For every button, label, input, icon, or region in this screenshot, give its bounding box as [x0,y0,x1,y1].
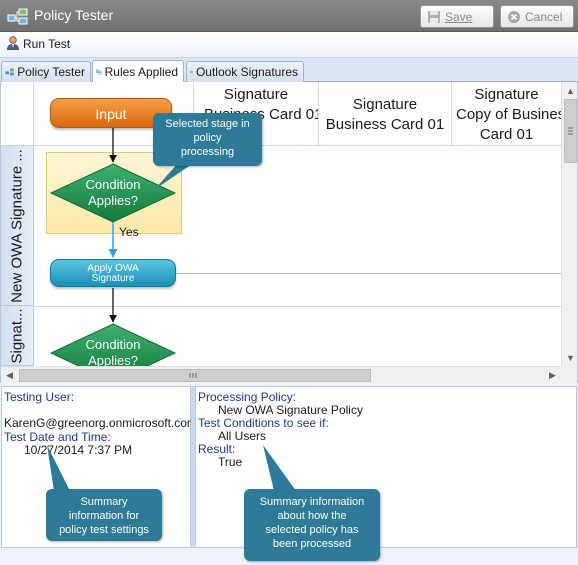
rules-grid: Signature Business Card 01 ) Signature B… [0,82,578,383]
title-bar: Policy Tester Save Cancel [0,0,578,32]
summary-settings-callout: Summary information for policy test sett… [46,489,162,541]
tab-bar: Policy Tester Rules Applied Outlook Sign… [0,58,578,82]
scroll-right-icon[interactable]: ▶ [544,367,561,383]
toolbar: Run Test [0,32,578,58]
save-icon [428,10,440,23]
user-icon [7,36,19,50]
tab-label: Policy Tester [17,65,85,79]
condition-label-line: Condition [85,337,141,352]
callout-line: about how the [277,510,347,522]
condition-stage-1[interactable]: Condition Applies? [63,177,163,209]
summary-area: Testing User: KarenG@greenorg.onmicrosof… [0,383,578,565]
callout-line: been processed [272,538,352,550]
tab-rules-applied[interactable]: Rules Applied [92,60,184,82]
condition-label-line: Applies? [88,193,138,208]
horizontal-scroll-thumb[interactable] [19,369,371,382]
stage-row-line [176,273,562,274]
grip-icon [189,373,197,378]
tab-policy-tester[interactable]: Policy Tester [1,61,91,82]
condition-label-line: Condition [85,177,141,192]
testing-user-value: KarenG@greenorg.onmicrosoft.com [4,416,197,430]
callout-line: policy test settings [59,524,149,536]
outlook-signatures-icon [190,71,193,74]
callout-line: Summary information [259,496,365,508]
apply-owa-signature-stage[interactable]: Apply OWA Signature [50,259,176,287]
summary-policy-callout: Summary information about how the select… [244,489,380,561]
policy-tester-icon [5,68,14,76]
callout-line: Summary [80,496,128,508]
selected-stage-callout: Selected stage in policy processing [153,113,262,166]
callout-line: Selected stage in [165,118,250,130]
rules-applied-icon [96,69,102,74]
scroll-down-icon[interactable]: ▼ [562,349,577,366]
run-test-button[interactable]: Run Test [6,36,70,51]
grip-icon [568,127,573,135]
scroll-corner [561,366,577,383]
testing-user-label: Testing User: [4,390,75,404]
result-value: True [218,455,243,469]
vertical-scrollbar[interactable]: ▲ ▼ [561,82,577,366]
callout-line: information for [68,510,140,522]
callout-line: processing [180,146,235,158]
yes-label: Yes [119,225,139,239]
cancel-label: Cancel [525,9,563,24]
tab-outlook-signatures[interactable]: Outlook Signatures [186,61,304,82]
scroll-left-icon[interactable]: ◀ [1,367,18,383]
tab-label: Outlook Signatures [195,65,298,79]
apply-label-line: Signature [91,273,135,284]
callout-pointer [47,445,70,491]
cancel-button[interactable]: Cancel [500,5,574,28]
run-test-label: Run Test [23,36,71,51]
callout-line: selected policy has [265,524,359,536]
input-stage-label: Input [95,106,127,122]
window-title: Policy Tester [34,7,114,23]
horizontal-scrollbar[interactable]: ◀ ▶ [1,366,561,383]
save-button[interactable]: Save [420,5,494,28]
vertical-scroll-thumb[interactable] [564,99,577,163]
callout-line: policy [193,132,222,144]
tab-label: Rules Applied [104,64,178,79]
app-icon [7,8,28,25]
condition-stage-2[interactable]: Condition Applies? [63,337,163,369]
scroll-up-icon[interactable]: ▲ [562,82,577,99]
cancel-icon [508,10,520,23]
save-label: Save [445,9,473,24]
